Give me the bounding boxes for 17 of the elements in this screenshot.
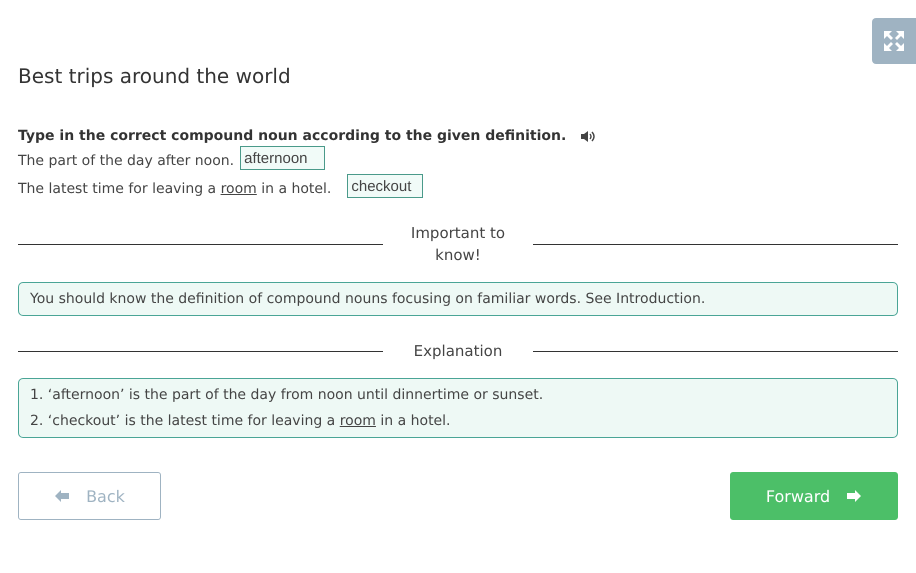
link[interactable]: room — [340, 413, 376, 429]
answer-field[interactable]: afternoon — [240, 146, 326, 170]
expand-icon — [882, 29, 906, 53]
arrow-left-icon — [54, 489, 70, 503]
answer-field[interactable]: checkout — [347, 174, 424, 198]
question-text: The part of the day after noon. — [18, 153, 234, 169]
explanation-line: 1. ‘afternoon’ is the part of the day from noon until dinnertime or sunset. — [30, 387, 544, 403]
section-heading: Important to know! — [410, 223, 506, 266]
link[interactable]: room — [220, 181, 257, 197]
info-text: You should know the definition of compound nouns focusing on familiar words. See Introduction. — [30, 291, 706, 307]
question-text: The latest time for leaving a room in a hotel. — [18, 181, 332, 197]
section-heading: Explanation — [412, 341, 504, 362]
speaker-icon[interactable] — [580, 130, 596, 142]
instruction: Type in the correct compound noun according to the given definition. — [18, 128, 566, 144]
explanation-line: 2. ‘checkout’ is the latest time for leaving a room in a hotel. — [30, 413, 452, 429]
page-title: Best trips around the world — [18, 63, 292, 90]
arrow-right-icon — [846, 489, 862, 503]
